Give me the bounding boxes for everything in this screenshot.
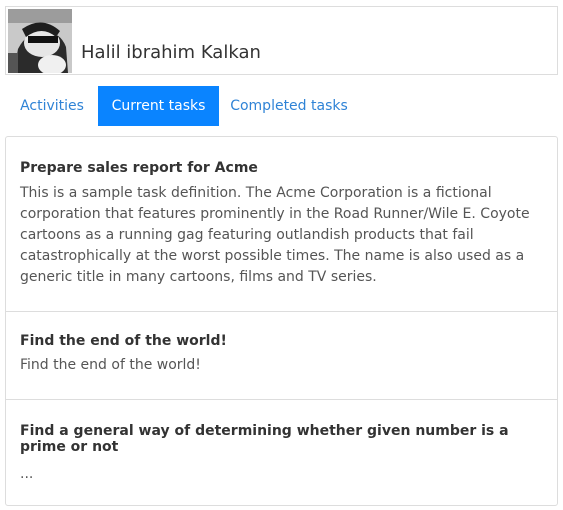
tab-activities[interactable]: Activities: [6, 86, 98, 126]
task-description: Find the end of the world!: [20, 357, 201, 373]
avatar: [8, 9, 72, 73]
profile-name: Halil ibrahim Kalkan: [81, 42, 261, 63]
task-title: Find the end of the world!: [20, 333, 227, 349]
task-title: Find a general way of determining whethe…: [20, 423, 509, 455]
profile-card: Halil ibrahim Kalkan: [5, 6, 558, 75]
tab-current-tasks[interactable]: Current tasks: [98, 86, 219, 126]
task-description: This is a sample task definition. The Ac…: [20, 185, 530, 285]
task-item[interactable]: Find a general way of determining whethe…: [6, 400, 557, 505]
task-item[interactable]: Prepare sales report for Acme This is a …: [6, 137, 557, 312]
tab-completed-tasks[interactable]: Completed tasks: [219, 86, 359, 126]
task-list: Prepare sales report for Acme This is a …: [5, 136, 558, 506]
task-item[interactable]: Find the end of the world! Find the end …: [6, 312, 557, 400]
task-description: ...: [20, 466, 34, 482]
task-title: Prepare sales report for Acme: [20, 160, 258, 176]
